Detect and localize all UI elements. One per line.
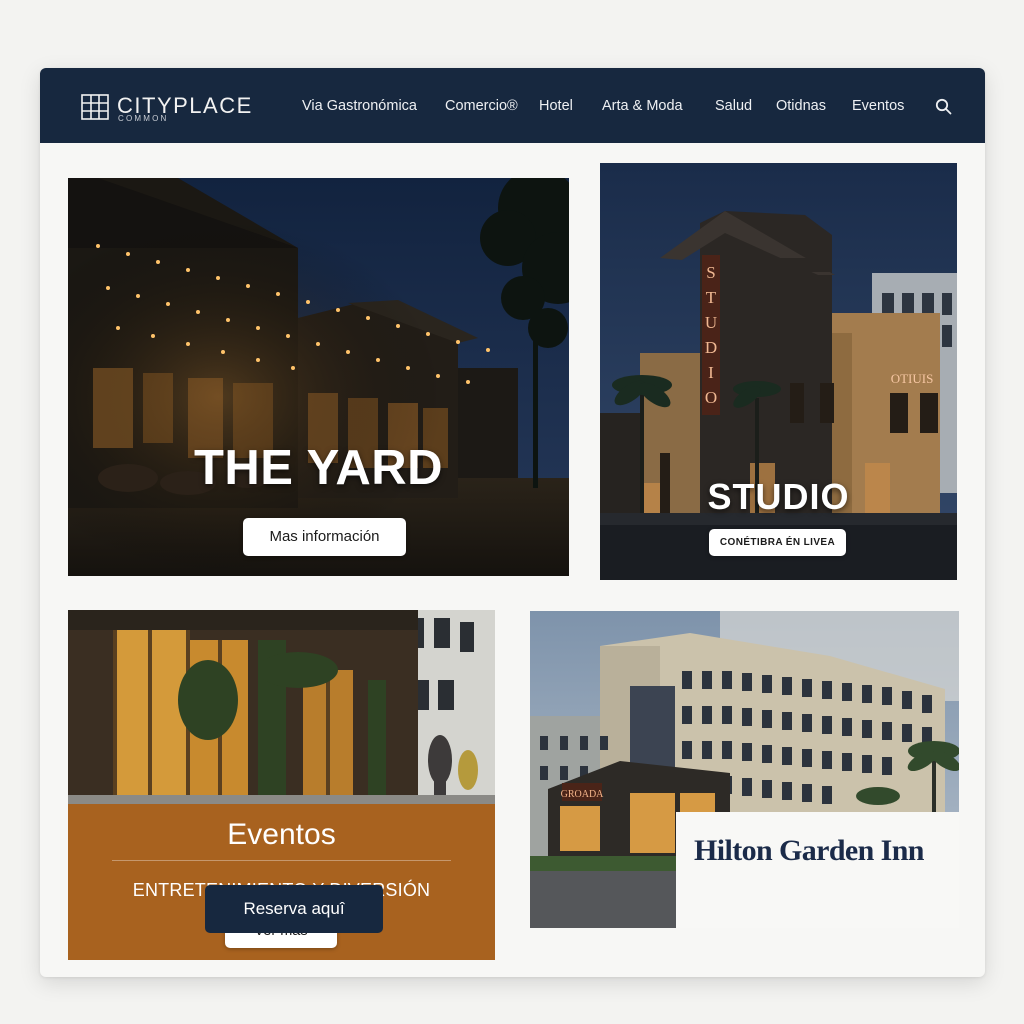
browser-window: CITYPLACE COMMON Via Gastronómica Comerc…: [40, 68, 985, 977]
eventos-title: Eventos: [227, 818, 336, 851]
nav-item-arte-moda[interactable]: Arta & Moda: [602, 98, 683, 114]
eventos-panel: Eventos ENTRETENIMIENTO Y DIVERSIÓN Ver …: [68, 804, 495, 960]
svg-text:T: T: [706, 288, 717, 307]
hilton-panel: Hilton Garden Inn: [676, 812, 959, 928]
hilton-garden-inn-logo: Hilton Garden Inn: [694, 834, 924, 867]
studio-action-button[interactable]: CONÉTIBRA ÉN LIVEA: [709, 529, 846, 556]
svg-text:U: U: [705, 313, 717, 332]
card-the-yard[interactable]: THE YARD Mas información: [68, 178, 569, 576]
nav-item-salud[interactable]: Salud: [715, 98, 752, 114]
top-navigation: CITYPLACE COMMON Via Gastronómica Comerc…: [40, 68, 985, 143]
logo-grid-icon: [81, 94, 109, 120]
mas-informacion-button[interactable]: Mas información: [243, 518, 406, 556]
eventos-photo: [68, 610, 495, 810]
nav-item-hotel[interactable]: Hotel: [539, 98, 573, 114]
studio-neon-s: S: [706, 263, 715, 282]
svg-text:O: O: [705, 388, 717, 407]
nav-item-gastronomia[interactable]: Via Gastronómica: [302, 98, 417, 114]
eventos-divider: [112, 860, 451, 861]
the-yard-photo: [68, 178, 569, 576]
reserva-aqui-button[interactable]: Reserva aquî: [205, 885, 383, 933]
card-studio[interactable]: S T U D I O OTIUIS STUDIO CONÉTIBRA ÉN L…: [600, 163, 957, 580]
studio-title: STUDIO: [707, 476, 850, 517]
nav-item-eventos[interactable]: Eventos: [852, 98, 904, 114]
the-yard-title: THE YARD: [193, 441, 444, 495]
hilton-entrance-sign: GROADA: [561, 789, 605, 800]
nav-item-oficinas[interactable]: Otidnas: [776, 98, 826, 114]
svg-text:I: I: [708, 363, 714, 382]
brand-tagline: COMMON: [118, 114, 169, 123]
nav-item-comercio[interactable]: Comercio®: [445, 98, 518, 114]
studio-side-sign: OTIUIS: [891, 371, 934, 386]
card-hilton-garden-inn[interactable]: GROADA Hilton Garden Inn: [530, 611, 959, 928]
svg-text:D: D: [705, 338, 717, 357]
search-icon[interactable]: [935, 98, 952, 115]
